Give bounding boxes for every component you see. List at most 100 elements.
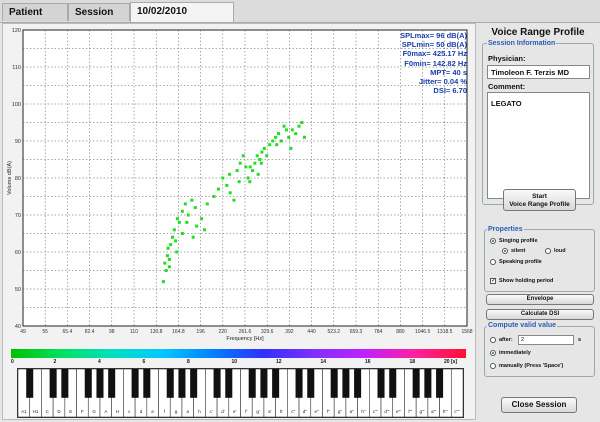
start-vrp-line1: Start [532, 193, 547, 200]
y-tick-label: 60 [15, 250, 21, 256]
black-key[interactable] [49, 369, 57, 398]
stat-jitter: Jitter= 0.04 % [418, 77, 467, 87]
black-key[interactable] [272, 369, 280, 398]
black-key[interactable] [225, 369, 233, 398]
y-tick-label: 80 [15, 176, 21, 182]
time-scale-label: 10 [231, 359, 238, 365]
data-point [202, 228, 206, 232]
data-point [190, 198, 194, 202]
immediately-radio[interactable] [490, 350, 496, 356]
black-key[interactable] [178, 369, 186, 398]
key-label: f''' [408, 409, 412, 414]
black-key[interactable] [260, 369, 268, 398]
speaking-profile-label: Speaking profile [499, 259, 542, 265]
data-point [200, 217, 204, 221]
data-point [177, 220, 181, 224]
time-scale-label: 2 [53, 359, 57, 365]
physician-field[interactable]: Timoleon F. Terzis MD [487, 65, 590, 79]
x-tick-label: 392 [285, 329, 294, 335]
panel-title: Voice Range Profile [491, 27, 585, 38]
x-tick-label: 261.6 [239, 329, 252, 335]
data-point [180, 209, 184, 213]
data-point [260, 150, 264, 154]
black-key[interactable] [108, 369, 116, 398]
y-tick-label: 90 [15, 139, 21, 145]
data-point [251, 169, 255, 173]
black-key[interactable] [248, 369, 256, 398]
black-key[interactable] [190, 369, 198, 398]
close-session-button[interactable]: Close Session [501, 397, 577, 413]
data-point [174, 239, 178, 243]
data-point [265, 154, 269, 158]
black-key[interactable] [295, 369, 303, 398]
compute-valid-label: Compute valid value [487, 322, 558, 329]
data-point [246, 176, 250, 180]
calculate-dsi-button[interactable]: Calculate DSI [486, 309, 594, 320]
key-label: A1 [21, 409, 27, 414]
x-axis-label: Frequency [Hz] [226, 336, 264, 342]
tab-session-date[interactable]: 10/02/2010 15:08:12 [130, 2, 234, 35]
data-point [172, 228, 176, 232]
show-holding-checkbox[interactable]: ✓ [490, 278, 496, 284]
tab-session-list[interactable]: Session List [68, 3, 130, 36]
stat-f0max: F0max= 425.17 Hz [402, 49, 467, 59]
key-label: f' [245, 409, 247, 414]
black-key[interactable] [143, 369, 151, 398]
piano-keyboard[interactable]: A1 H1 C D E F G A Hc d e f g a h c' d' e' f' g' a' h' c'' d'' e'… [17, 368, 464, 418]
black-key[interactable] [131, 369, 139, 398]
speaking-profile-radio[interactable] [490, 259, 496, 265]
black-key[interactable] [84, 369, 92, 398]
x-tick-label: 523.2 [328, 329, 341, 335]
stat-f0min: F0min= 142.82 Hz [404, 58, 467, 68]
black-key[interactable] [389, 369, 397, 398]
key-label: a'' [350, 409, 354, 414]
data-point [255, 154, 259, 158]
x-tick-label: 220 [219, 329, 228, 335]
key-label: h'' [361, 409, 365, 414]
black-key[interactable] [377, 369, 385, 398]
data-point [167, 257, 171, 261]
key-label: c'''' [454, 409, 460, 414]
data-point [302, 135, 306, 139]
comment-field[interactable]: LEGATO [487, 92, 590, 199]
data-point [275, 143, 279, 147]
black-key[interactable] [330, 369, 338, 398]
start-vrp-button[interactable]: Start Voice Range Profile [503, 189, 576, 211]
time-scale-label: 6 [142, 359, 146, 365]
key-label: c''' [373, 409, 378, 414]
key-label: H1 [33, 409, 39, 414]
singing-profile-radio[interactable] [490, 238, 496, 244]
black-key[interactable] [354, 369, 362, 398]
loud-radio[interactable] [545, 248, 551, 254]
black-key[interactable] [412, 369, 420, 398]
x-tick-label: 55 [42, 329, 48, 335]
tab-patient-data[interactable]: Patient Data [2, 3, 68, 36]
manually-radio[interactable] [490, 363, 496, 369]
after-seconds-field[interactable]: 2 [518, 335, 574, 345]
data-point [232, 198, 236, 202]
black-key[interactable] [424, 369, 432, 398]
black-key[interactable] [307, 369, 315, 398]
key-label: h' [280, 409, 284, 414]
key-label: H [116, 409, 119, 414]
black-key[interactable] [213, 369, 221, 398]
silent-radio[interactable] [502, 248, 508, 254]
after-unit-label: s [578, 337, 582, 343]
envelope-button[interactable]: Envelope [486, 294, 594, 305]
immediately-label: immediately [499, 350, 531, 356]
data-point [212, 195, 216, 198]
black-key[interactable] [166, 369, 174, 398]
after-radio[interactable] [490, 337, 496, 343]
key-label: e' [233, 409, 237, 414]
x-tick-label: 784 [374, 329, 383, 335]
black-key[interactable] [61, 369, 69, 398]
x-tick-label: 82.4 [85, 329, 95, 335]
black-key[interactable] [96, 369, 104, 398]
black-key[interactable] [26, 369, 34, 398]
black-key[interactable] [342, 369, 350, 398]
silent-label: silent [511, 248, 526, 254]
black-key[interactable] [436, 369, 444, 398]
time-scale-label: 8 [187, 359, 190, 365]
key-label: f'' [327, 409, 330, 414]
x-tick-label: 1568 [461, 329, 472, 335]
